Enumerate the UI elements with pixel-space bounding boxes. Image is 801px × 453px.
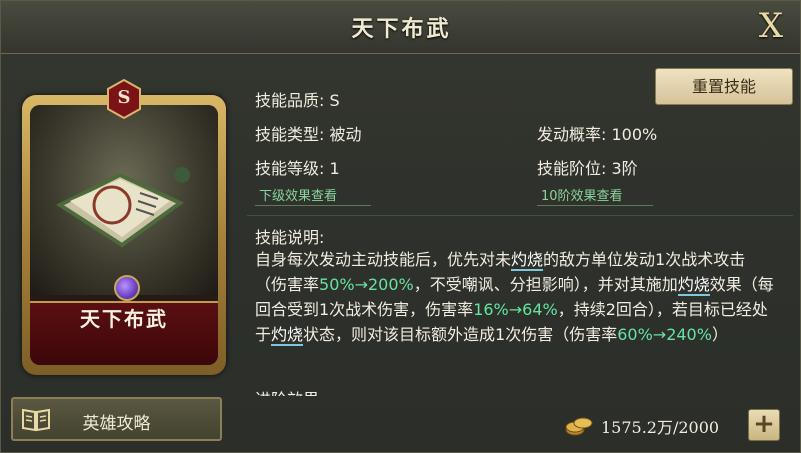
divider [255,205,371,206]
skill-card: S 天下布武 [18,79,230,379]
keyword-burn[interactable]: 灼烧 [511,250,544,271]
skill-description-box: 技能说明: 自身每次发动主动技能后，优先对未灼烧的敌方单位发动1次战术攻击（伤害… [247,215,793,396]
keyword-burn[interactable]: 灼烧 [677,275,710,296]
skill-tier: 技能阶位: 3阶 [537,159,638,178]
description-segment: ） [711,325,728,344]
dialog-title: 天下布武 [351,17,452,42]
reset-skill-button[interactable]: 重置技能 [655,68,793,105]
next-level-effect-link[interactable]: 下级效果查看 [259,185,337,204]
coin-icon [565,417,593,436]
description-segment: 自身每次发动主动技能后，优先对未 [255,250,512,269]
book-illustration-icon [55,167,190,248]
skill-level: 技能等级: 1 [255,159,340,178]
gem-icon [114,275,140,301]
damage-rate-value: 50%→200% [319,275,414,294]
damage-rate-value: 60%→240% [617,325,712,344]
tier10-effect-link[interactable]: 10阶效果查看 [541,185,623,204]
card-art-book [30,105,218,295]
rank-letter: S [117,87,131,108]
keyword-burn[interactable]: 灼烧 [271,325,304,346]
skill-quality: 技能品质: S [255,91,340,110]
damage-rate-value: 16%→64% [473,300,558,319]
description-text: 自身每次发动主动技能后，优先对未灼烧的敌方单位发动1次战术攻击（伤害率50%→2… [255,247,775,347]
hero-guide-button[interactable]: 英雄攻略 [11,397,222,441]
hero-guide-label: 英雄攻略 [82,414,151,434]
description-segment: ，不受嘲讽、分担影响），并对其施加 [413,275,678,294]
divider [537,205,653,206]
card-name: 天下布武 [80,307,168,331]
advanced-effect-title: 进阶效果: [255,386,324,396]
skill-type: 技能类型: 被动 [255,125,362,144]
currency-amount: 1575.2万/2000 [601,418,720,437]
skill-detail-dialog: 天下布武 X S 天下布武 英雄攻略 重置技能 技能品质: S 技能类型: 被动… [0,0,801,453]
plus-icon[interactable]: + [748,409,780,441]
trigger-rate: 发动概率: 100% [537,125,658,144]
title-bar: 天下布武 X [1,1,800,54]
description-segment: 状态，则对该目标额外造成1次伤害（伤害率 [303,325,618,344]
close-icon[interactable]: X [752,7,790,45]
description-title: 技能说明: [255,228,325,247]
